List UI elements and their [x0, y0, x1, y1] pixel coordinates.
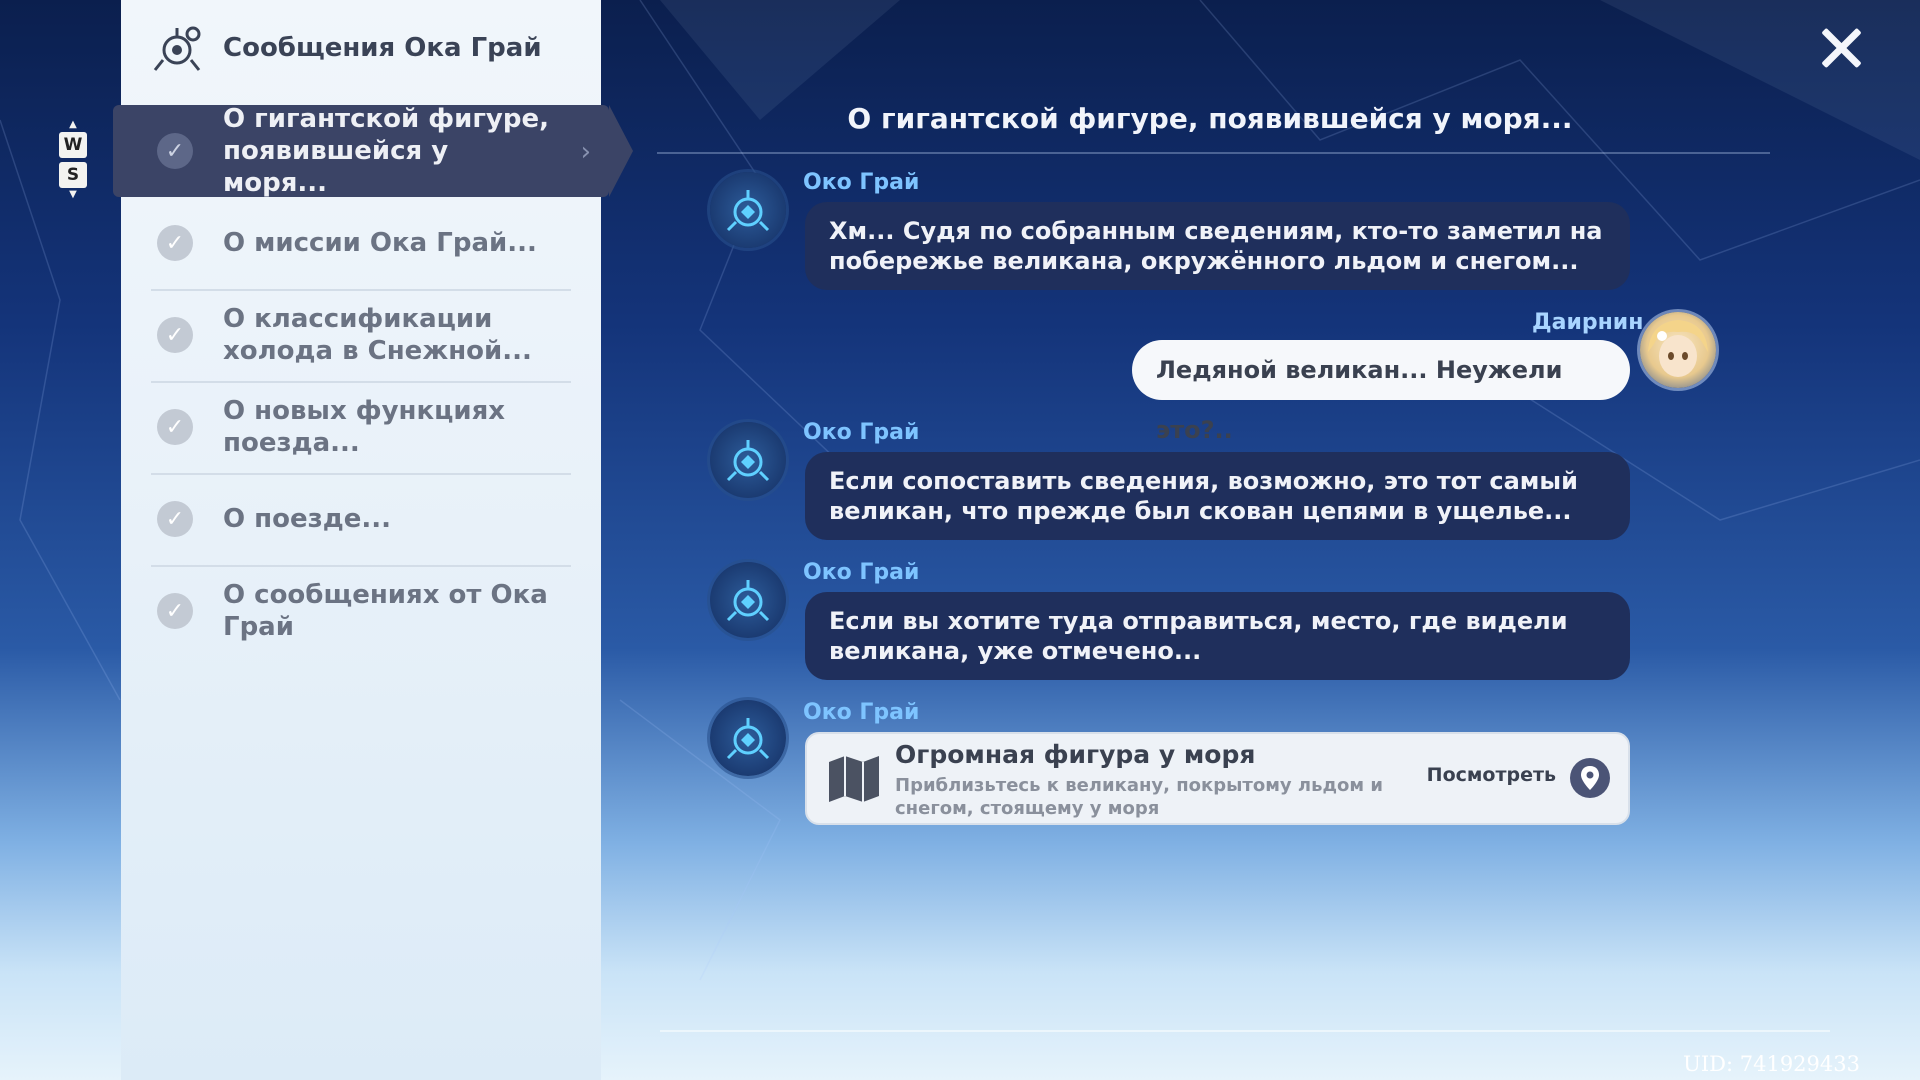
- check-icon: ✓: [157, 317, 193, 353]
- player-portrait-icon: [1648, 320, 1708, 377]
- oko-grai-avatar: [710, 422, 786, 498]
- sidebar-title: Сообщения Ока Грай: [223, 33, 542, 63]
- oko-grai-emblem-icon: [726, 718, 770, 760]
- topic-item[interactable]: ✓ О сообщениях от Ока Грай: [121, 565, 601, 657]
- view-button[interactable]: Посмотреть: [1427, 764, 1556, 786]
- topic-item[interactable]: ✓ О новых функциях поезда...: [121, 381, 601, 473]
- message-bubble-player: Ледяной великан... Неужели это?..: [1132, 340, 1630, 444]
- quest-card-description: Приблизьтесь к великану, покрытому льдом…: [895, 775, 1383, 819]
- message-sender: Око Грай: [803, 560, 920, 585]
- oko-grai-emblem-icon: [726, 580, 770, 622]
- sidebar-header: Сообщения Ока Грай: [151, 20, 542, 76]
- key-w[interactable]: W: [59, 132, 87, 158]
- message-sender: Око Грай: [803, 700, 920, 725]
- chevron-right-icon: ›: [580, 137, 591, 167]
- oko-grai-emblem-icon: [726, 190, 770, 232]
- topic-label: О классификации холода в Снежной...: [223, 304, 532, 366]
- quest-card-title: Огромная фигура у моря: [895, 740, 1256, 769]
- quest-card[interactable]: Огромная фигура у моря Приблизьтесь к ве…: [805, 732, 1630, 825]
- oko-grai-avatar: [710, 562, 786, 638]
- key-s[interactable]: S: [59, 162, 87, 188]
- uid-label: UID: 741929433: [1683, 1052, 1860, 1076]
- check-icon: ✓: [157, 593, 193, 629]
- topic-item-selected[interactable]: ✓ О гигантской фигуре, появившейся у мор…: [113, 104, 633, 198]
- sidebar: Сообщения Ока Грай ✓ О гигантской фигуре…: [113, 0, 633, 1080]
- topic-label: О сообщениях от Ока Грай: [223, 580, 548, 642]
- topic-label: О поезде...: [223, 504, 391, 534]
- down-arrow-icon: ▼: [69, 189, 77, 200]
- topic-list: ✓ О гигантской фигуре, появившейся у мор…: [113, 104, 633, 657]
- title-divider: [657, 152, 1770, 154]
- close-button[interactable]: [1818, 25, 1864, 71]
- check-icon: ✓: [157, 409, 193, 445]
- location-pin-icon[interactable]: [1570, 758, 1610, 798]
- message-sender: Око Грай: [803, 170, 920, 195]
- topic-label: О гигантской фигуре, появившейся у моря.…: [223, 104, 549, 198]
- oko-grai-avatar: [710, 700, 786, 776]
- topic-label: О новых функциях поезда...: [223, 396, 506, 458]
- map-icon: [829, 756, 879, 802]
- oko-grai-emblem-icon: [726, 440, 770, 482]
- check-icon: ✓: [157, 225, 193, 261]
- oko-grai-avatar: [710, 172, 786, 248]
- topic-item[interactable]: ✓ О миссии Ока Грай...: [121, 197, 601, 289]
- up-arrow-icon: ▲: [69, 119, 77, 130]
- key-hints: ▲ W S ▼: [58, 120, 88, 200]
- message-sender: Око Грай: [803, 420, 920, 445]
- topic-item[interactable]: ✓ О классификации холода в Снежной...: [121, 289, 601, 381]
- oko-grai-icon: [153, 26, 201, 71]
- check-icon: ✓: [157, 501, 193, 537]
- message-bubble: Если сопоставить сведения, возможно, это…: [805, 452, 1630, 540]
- conversation-title: О гигантской фигуре, появившейся у моря.…: [847, 102, 1573, 135]
- pin-glyph-icon: [1581, 766, 1599, 790]
- message-bubble: Если вы хотите туда отправиться, место, …: [805, 592, 1630, 680]
- bottom-divider: [660, 1030, 1830, 1032]
- message-sender-player: Даирнин: [1532, 310, 1644, 335]
- topic-label: О миссии Ока Грай...: [223, 228, 537, 258]
- player-avatar: [1640, 312, 1716, 388]
- check-icon: ✓: [157, 133, 193, 169]
- topic-item[interactable]: ✓ О поезде...: [121, 473, 601, 565]
- message-bubble: Хм... Судя по собранным сведениям, кто-т…: [805, 202, 1630, 290]
